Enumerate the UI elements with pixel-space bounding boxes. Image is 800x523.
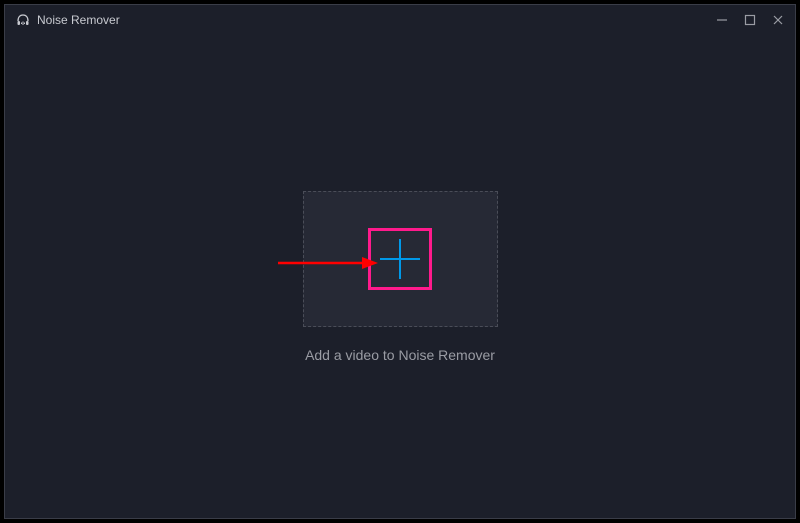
app-title: Noise Remover	[37, 13, 120, 27]
window-controls	[715, 13, 785, 27]
add-video-dropzone[interactable]	[303, 191, 498, 327]
title-left: Noise Remover	[15, 12, 120, 28]
minimize-button[interactable]	[715, 13, 729, 27]
main-content: Add a video to Noise Remover	[5, 35, 795, 518]
app-window: Noise Remover	[4, 4, 796, 519]
title-bar: Noise Remover	[5, 5, 795, 35]
maximize-button[interactable]	[743, 13, 757, 27]
instruction-text: Add a video to Noise Remover	[305, 347, 495, 363]
plus-icon	[380, 239, 420, 279]
headphones-icon	[15, 12, 31, 28]
close-button[interactable]	[771, 13, 785, 27]
annotation-highlight	[368, 228, 432, 290]
